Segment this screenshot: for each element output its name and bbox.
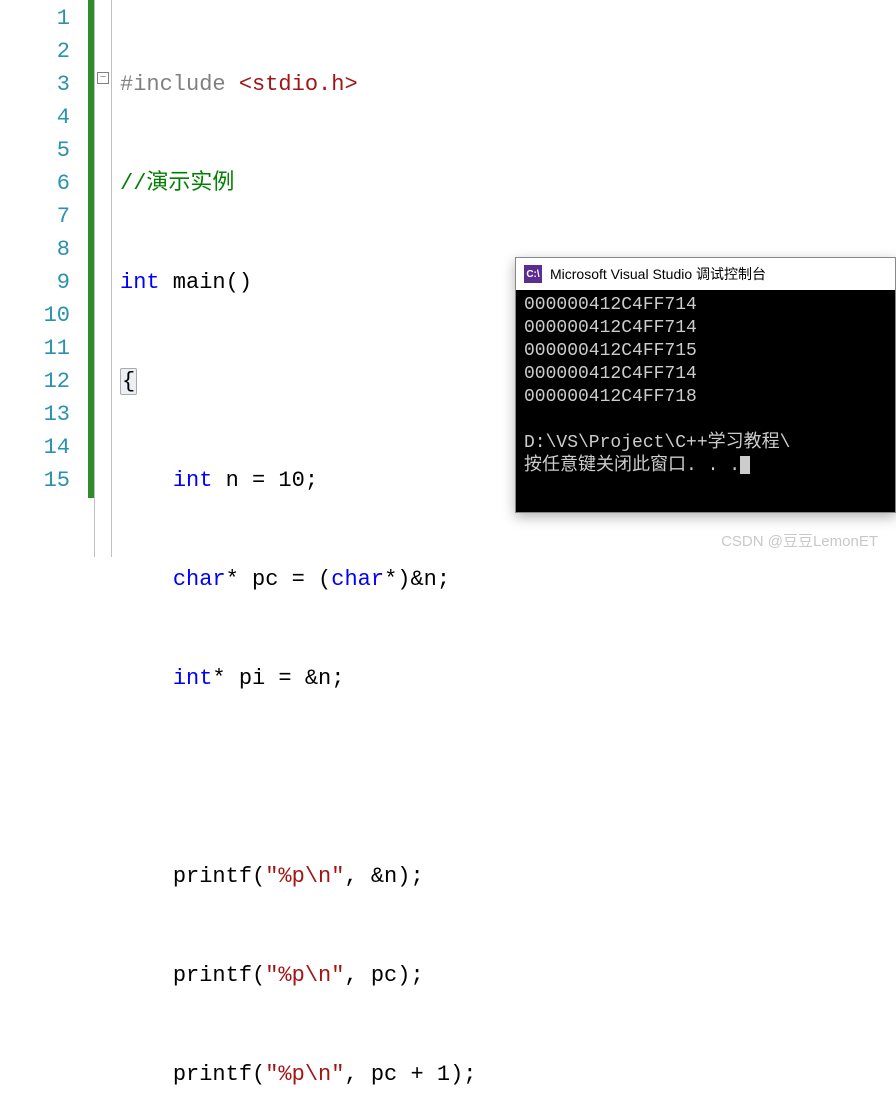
fold-column[interactable]: −: [94, 0, 112, 557]
keyword: char: [173, 567, 226, 592]
line-number: 15: [0, 464, 70, 497]
code-text: printf(: [173, 1062, 265, 1087]
keyword: int: [173, 666, 213, 691]
line-number: 1: [0, 2, 70, 35]
keyword: char: [331, 567, 384, 592]
include-path: <stdio.h>: [239, 72, 358, 97]
console-titlebar[interactable]: C:\ Microsoft Visual Studio 调试控制台: [516, 258, 895, 290]
console-line: 000000412C4FF718: [524, 387, 697, 407]
code-text: * pi = &n;: [212, 666, 344, 691]
line-number: 5: [0, 134, 70, 167]
console-line: 000000412C4FF714: [524, 295, 697, 315]
code-text: printf(: [173, 963, 265, 988]
string-literal: "%p\n": [265, 1062, 344, 1087]
console-line: 000000412C4FF714: [524, 318, 697, 338]
preprocessor: #include: [120, 72, 239, 97]
line-number: 14: [0, 431, 70, 464]
line-number: 13: [0, 398, 70, 431]
line-number: 2: [0, 35, 70, 68]
line-number: 11: [0, 332, 70, 365]
code-text: n = 10;: [212, 468, 318, 493]
code-text: * pc = (: [226, 567, 332, 592]
console-prompt: 按任意键关闭此窗口. . .: [524, 456, 740, 476]
string-literal: "%p\n": [265, 963, 344, 988]
console-output[interactable]: 000000412C4FF714 000000412C4FF714 000000…: [516, 290, 895, 512]
keyword: int: [120, 270, 160, 295]
code-text: , &n);: [344, 864, 423, 889]
line-number: 7: [0, 200, 70, 233]
line-number: 4: [0, 101, 70, 134]
line-number: 6: [0, 167, 70, 200]
console-line: 000000412C4FF715: [524, 341, 697, 361]
line-number: 12: [0, 365, 70, 398]
string-literal: "%p\n": [265, 864, 344, 889]
console-title-text: Microsoft Visual Studio 调试控制台: [550, 264, 766, 284]
line-number-gutter: 1 2 3 4 5 6 7 8 9 10 11 12 13 14 15: [0, 0, 88, 557]
code-text: , pc);: [344, 963, 423, 988]
console-line: 000000412C4FF714: [524, 364, 697, 384]
line-number: 8: [0, 233, 70, 266]
comment: //演示实例: [120, 171, 234, 196]
code-text: , pc + 1);: [344, 1062, 476, 1087]
line-number: 9: [0, 266, 70, 299]
cursor-icon: [740, 456, 750, 474]
function-name: main(): [160, 270, 252, 295]
debug-console-window[interactable]: C:\ Microsoft Visual Studio 调试控制台 000000…: [515, 257, 896, 513]
fold-collapse-icon[interactable]: −: [97, 72, 109, 84]
brace-open: {: [120, 368, 137, 395]
code-text: printf(: [173, 864, 265, 889]
console-path: D:\VS\Project\C++学习教程\: [524, 433, 790, 453]
code-text: *)&n;: [384, 567, 450, 592]
keyword: int: [173, 468, 213, 493]
visual-studio-icon: C:\: [524, 265, 542, 283]
line-number: 3: [0, 68, 70, 101]
watermark: CSDN @豆豆LemonET: [721, 530, 878, 551]
line-number: 10: [0, 299, 70, 332]
